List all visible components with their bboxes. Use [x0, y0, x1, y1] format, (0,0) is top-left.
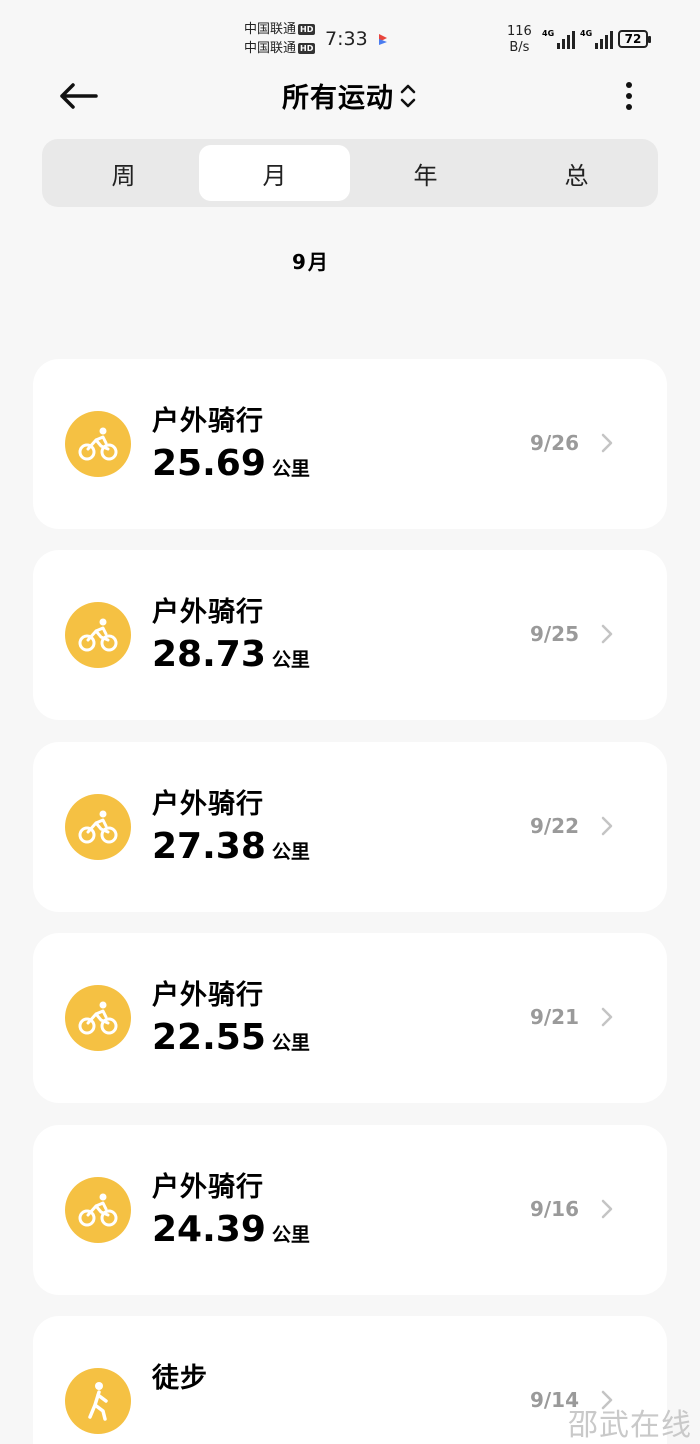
cycling-icon	[65, 1177, 131, 1243]
carrier-1-label: 中国联通	[244, 22, 297, 37]
activity-distance: 25.69 公里	[152, 443, 310, 484]
activity-name: 户外骑行	[152, 980, 264, 1011]
activity-card[interactable]: 户外骑行 25.69 公里 9/26	[33, 359, 667, 529]
battery-icon: 72	[618, 30, 651, 48]
activity-name: 户外骑行	[152, 406, 264, 437]
arrow-left-icon	[60, 83, 98, 109]
network-speed: 116 B/s	[507, 24, 532, 55]
cycling-icon	[65, 602, 131, 668]
activity-name: 户外骑行	[152, 1172, 264, 1203]
signal-2-icon: 4G	[580, 29, 614, 49]
activity-name: 户外骑行	[152, 597, 264, 628]
activity-distance: 22.55 公里	[152, 1017, 310, 1058]
activity-date: 9/22	[529, 814, 579, 838]
hiking-icon	[65, 1368, 131, 1434]
carrier-info: 中国联通 HD 中国联通 HD	[244, 20, 316, 58]
tab-year[interactable]: 年	[350, 145, 501, 201]
status-time: 7:33	[325, 28, 368, 50]
tab-total[interactable]: 总	[501, 145, 652, 201]
watermark: 邵武在线	[568, 1408, 692, 1443]
activity-card[interactable]: 户外骑行 28.73 公里 9/25	[33, 550, 667, 720]
signal-1-icon: 4G	[542, 29, 576, 49]
chevron-right-icon	[601, 816, 613, 836]
activity-distance: 28.73 公里	[152, 634, 310, 675]
activity-distance: 27.38 公里	[152, 826, 310, 867]
carrier-2-label: 中国联通	[244, 41, 297, 56]
tab-week[interactable]: 周	[48, 145, 199, 201]
activity-name: 户外骑行	[152, 789, 264, 820]
cycling-icon	[65, 411, 131, 477]
period-label: 9月	[292, 250, 330, 274]
hd-badge: HD	[298, 24, 316, 35]
status-bar: 中国联通 HD 中国联通 HD 7:33 116 B/s 4G 4G 72	[0, 0, 700, 62]
hd-badge: HD	[298, 43, 316, 54]
chevron-right-icon	[601, 1199, 613, 1219]
activity-date: 9/21	[529, 1005, 579, 1029]
cycling-icon	[65, 985, 131, 1051]
back-button[interactable]	[56, 78, 100, 114]
chevron-right-icon	[601, 433, 613, 453]
app-notification-icon	[379, 34, 387, 45]
cycling-icon	[65, 794, 131, 860]
chevron-right-icon	[601, 624, 613, 644]
activity-card[interactable]: 户外骑行 22.55 公里 9/21	[33, 933, 667, 1103]
activity-distance: 24.39 公里	[152, 1209, 310, 1250]
activity-date: 9/25	[529, 622, 579, 646]
tab-month[interactable]: 月	[199, 145, 350, 201]
page-title: 所有运动	[282, 83, 394, 114]
more-menu-button[interactable]	[612, 76, 646, 116]
activity-name: 徒步	[152, 1363, 208, 1394]
chevron-up-down-icon	[400, 84, 416, 107]
activity-date: 9/16	[529, 1197, 579, 1221]
activity-date: 9/26	[529, 431, 579, 455]
chevron-right-icon	[601, 1007, 613, 1027]
period-tabs: 周 月 年 总	[42, 139, 658, 207]
activity-type-selector[interactable]: 所有运动	[282, 76, 418, 115]
activity-card[interactable]: 户外骑行 27.38 公里 9/22	[33, 742, 667, 912]
more-vertical-icon	[626, 82, 632, 88]
activity-card[interactable]: 户外骑行 24.39 公里 9/16	[33, 1125, 667, 1295]
